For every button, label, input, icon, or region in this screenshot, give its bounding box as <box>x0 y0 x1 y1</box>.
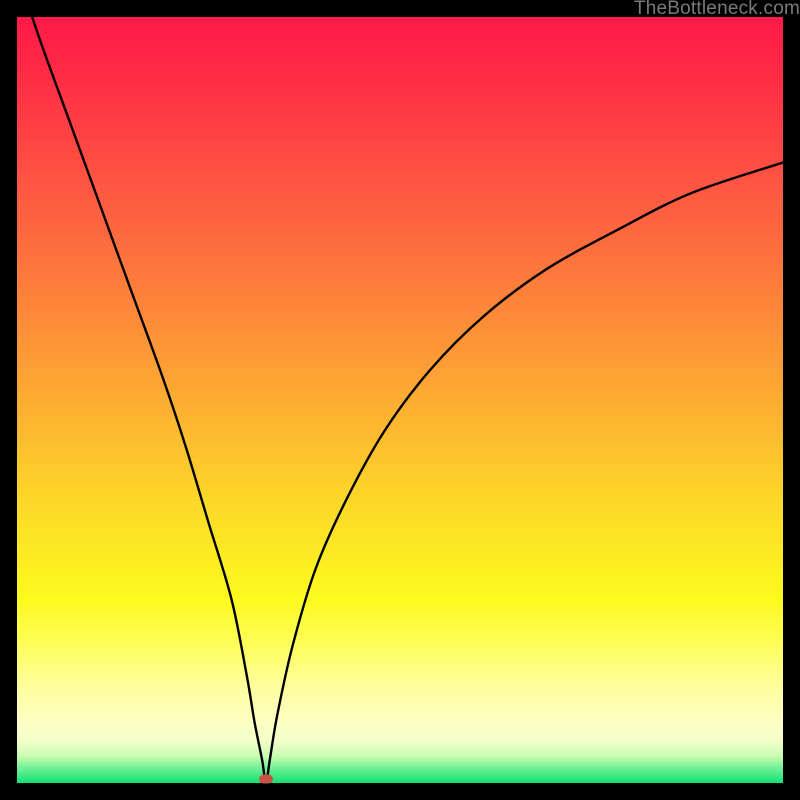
plot-area <box>17 17 783 783</box>
background-gradient <box>17 17 783 783</box>
watermark: TheBottleneck.com <box>634 0 800 20</box>
optimal-marker <box>259 775 273 784</box>
